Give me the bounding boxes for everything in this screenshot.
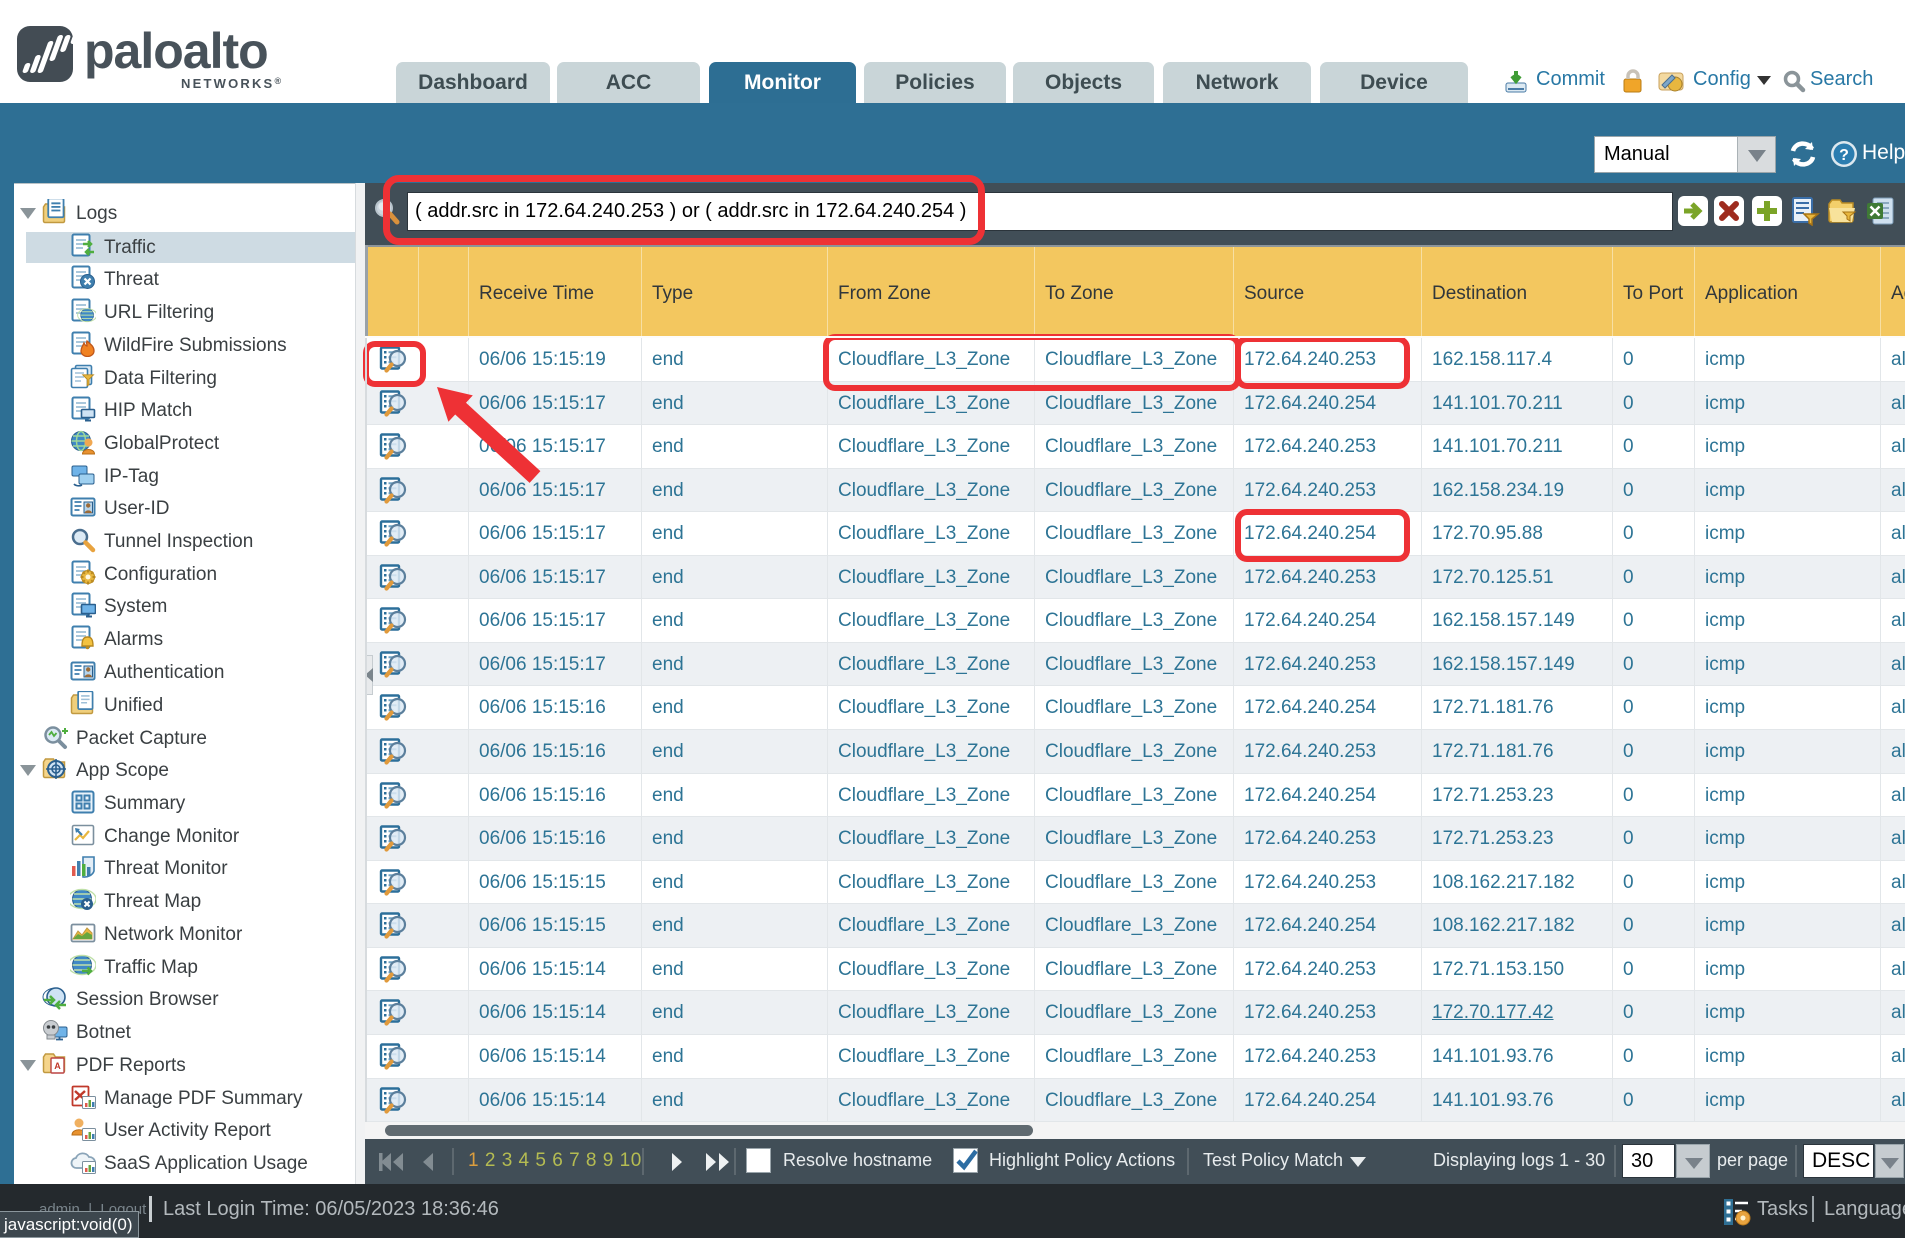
svg-text:?: ? xyxy=(1839,147,1849,164)
svg-text:A: A xyxy=(54,1061,61,1071)
